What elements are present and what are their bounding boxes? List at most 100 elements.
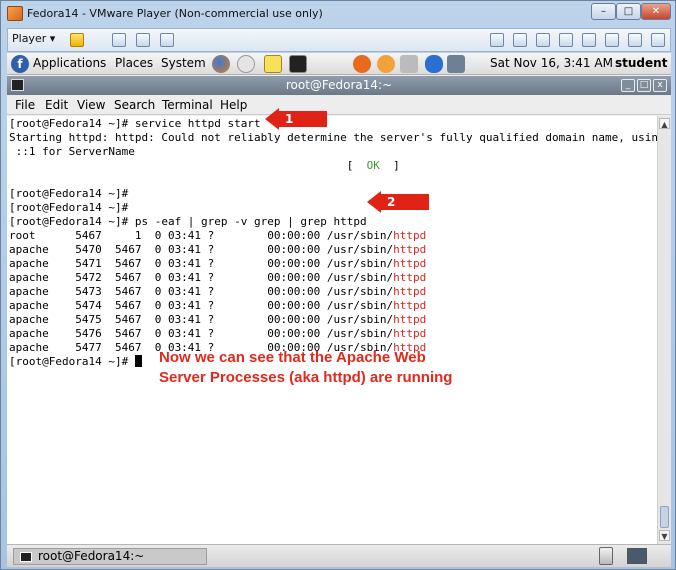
arrow-number: 1 (285, 112, 294, 126)
device-sound-icon[interactable] (605, 33, 619, 47)
terminal-maximize-button[interactable]: □ (637, 79, 651, 92)
arrow-number: 2 (387, 195, 396, 209)
terminal-ok-line: [ OK ] (9, 159, 400, 173)
minimize-button[interactable]: – (591, 3, 616, 20)
device-usb-icon[interactable] (628, 33, 642, 47)
taskbar-terminal-button[interactable]: root@Fedora14:~ (13, 548, 207, 565)
device-printer-icon[interactable] (582, 33, 596, 47)
close-button[interactable]: ✕ (641, 3, 671, 20)
annotation-arrow-2: 2 (367, 191, 429, 213)
scroll-up-icon[interactable]: ▲ (659, 118, 670, 129)
network-icon[interactable] (112, 33, 126, 47)
menu-file[interactable]: File (15, 98, 35, 112)
gnome-top-panel: f Applications Places System Sat Nov 16,… (7, 53, 671, 75)
terminal-prompt[interactable]: [root@Fedora14 ~]# (9, 355, 142, 369)
bug-icon[interactable] (377, 55, 395, 73)
device-network-icon[interactable] (559, 33, 573, 47)
process-row: apache 5473 5467 0 03:41 ? 00:00:00 /usr… (9, 285, 426, 299)
process-name: httpd (393, 271, 427, 284)
ok-status: OK (366, 159, 380, 172)
terminal-line: Starting httpd: httpd: Could not reliabl… (9, 131, 665, 144)
vmware-titlebar: Fedora14 - VMware Player (Non-commercial… (1, 1, 675, 27)
process-name: httpd (393, 243, 427, 256)
terminal-output[interactable]: [root@Fedora14 ~]# service httpd start S… (7, 116, 665, 544)
network-status-icon[interactable] (447, 55, 465, 73)
process-row: apache 5470 5467 0 03:41 ? 00:00:00 /usr… (9, 243, 426, 257)
scrollbar-thumb[interactable] (660, 506, 669, 528)
terminal-menubar: File Edit View Search Terminal Help (7, 95, 671, 115)
process-row: apache 5475 5467 0 03:41 ? 00:00:00 /usr… (9, 313, 426, 327)
scroll-down-icon[interactable]: ▼ (659, 530, 670, 541)
trash-icon[interactable] (599, 547, 613, 565)
process-info: root 5467 1 0 03:41 ? 00:00:00 /usr/sbin… (9, 229, 394, 242)
terminal-line: [root@Fedora14 ~]# (9, 201, 129, 214)
fedora-logo-icon[interactable]: f (11, 55, 29, 73)
process-info: apache 5474 5467 0 03:41 ? 00:00:00 /usr… (9, 299, 394, 312)
notes-icon[interactable] (264, 55, 282, 73)
device-floppy-icon[interactable] (536, 33, 550, 47)
pause-icon[interactable] (70, 33, 84, 47)
terminal-titlebar: root@Fedora14:~ _ □ x (7, 76, 671, 95)
panel-clock[interactable]: Sat Nov 16, 3:41 AM (490, 56, 613, 70)
device-cd-icon[interactable] (513, 33, 527, 47)
process-info: apache 5475 5467 0 03:41 ? 00:00:00 /usr… (9, 313, 394, 326)
terminal-icon[interactable] (289, 55, 307, 73)
process-info: apache 5472 5467 0 03:41 ? 00:00:00 /usr… (9, 271, 394, 284)
bluetooth-icon[interactable] (425, 55, 443, 73)
terminal-line: [root@Fedora14 ~]# service httpd start (9, 117, 261, 130)
menu-search[interactable]: Search (114, 98, 155, 112)
terminal-minimize-button[interactable]: _ (621, 79, 635, 92)
prompt-text: [root@Fedora14 ~]# (9, 355, 135, 368)
process-name: httpd (393, 299, 427, 312)
fullscreen-icon[interactable] (136, 33, 150, 47)
evolution-icon[interactable] (237, 55, 255, 73)
process-row: apache 5474 5467 0 03:41 ? 00:00:00 /usr… (9, 299, 426, 313)
device-hdd-icon[interactable] (490, 33, 504, 47)
ok-prefix: [ (9, 159, 367, 172)
process-info: apache 5471 5467 0 03:41 ? 00:00:00 /usr… (9, 257, 394, 270)
menu-help[interactable]: Help (220, 98, 247, 112)
menu-edit[interactable]: Edit (45, 98, 68, 112)
menu-terminal[interactable]: Terminal (162, 98, 213, 112)
process-name: httpd (393, 257, 427, 270)
menu-view[interactable]: View (77, 98, 105, 112)
process-row: apache 5472 5467 0 03:41 ? 00:00:00 /usr… (9, 271, 426, 285)
process-name: httpd (393, 313, 427, 326)
annotation-arrow-1: 1 (265, 108, 327, 130)
volume-icon[interactable] (400, 55, 418, 73)
terminal-title: root@Fedora14:~ (285, 78, 393, 92)
maximize-button[interactable]: □ (616, 3, 641, 20)
places-menu[interactable]: Places (115, 56, 153, 70)
process-info: apache 5476 5467 0 03:41 ? 00:00:00 /usr… (9, 327, 394, 340)
applications-menu[interactable]: Applications (33, 56, 106, 70)
process-info: apache 5470 5467 0 03:41 ? 00:00:00 /usr… (9, 243, 394, 256)
gnome-bottom-panel: root@Fedora14:~ (7, 544, 671, 567)
process-row: apache 5476 5467 0 03:41 ? 00:00:00 /usr… (9, 327, 426, 341)
unity-icon[interactable] (160, 33, 174, 47)
terminal-scrollbar[interactable]: ▲ ▼ (657, 116, 671, 544)
process-row: root 5467 1 0 03:41 ? 00:00:00 /usr/sbin… (9, 229, 426, 243)
terminal-line: [root@Fedora14 ~]# ps -eaf | grep -v gre… (9, 215, 367, 228)
panel-user[interactable]: student (615, 56, 667, 70)
text-cursor (134, 355, 142, 367)
terminal-line: [root@Fedora14 ~]# (9, 187, 129, 200)
ok-suffix: ] (379, 159, 400, 172)
system-menu[interactable]: System (161, 56, 206, 70)
vmware-toolbar: Player ▾ (7, 28, 671, 52)
update-icon[interactable] (353, 55, 371, 73)
terminal-close-button[interactable]: x (653, 79, 667, 92)
terminal-icon (20, 552, 32, 562)
vmware-app-icon (7, 6, 23, 21)
terminal-line: ::1 for ServerName (9, 145, 135, 158)
device-display-icon[interactable] (651, 33, 665, 47)
show-desktop-icon[interactable] (627, 548, 647, 564)
process-info: apache 5473 5467 0 03:41 ? 00:00:00 /usr… (9, 285, 394, 298)
guest-desktop: f Applications Places System Sat Nov 16,… (7, 53, 671, 567)
firefox-icon[interactable] (212, 55, 230, 73)
process-name: httpd (393, 327, 427, 340)
process-name: httpd (393, 229, 427, 242)
annotation-note: Now we can see that the Apache Web Serve… (159, 349, 453, 386)
player-menu-button[interactable]: Player ▾ (12, 32, 55, 45)
window-title: Fedora14 - VMware Player (Non-commercial… (27, 7, 323, 20)
process-name: httpd (393, 285, 427, 298)
